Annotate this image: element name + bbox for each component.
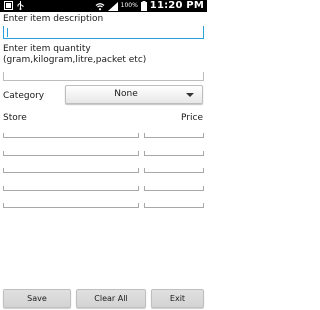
description-input[interactable]	[3, 26, 204, 39]
store-header: Store	[3, 113, 27, 123]
store-input-5[interactable]	[3, 203, 139, 208]
category-dropdown[interactable]: None	[65, 85, 203, 104]
price-input-1[interactable]	[144, 133, 204, 138]
battery-icon	[140, 1, 147, 11]
status-bar-system: 100% 11:20 PM	[95, 0, 204, 12]
exit-button[interactable]: Exit	[151, 289, 204, 308]
status-bar-notifications	[4, 1, 25, 10]
battery-percent: 100%	[120, 2, 138, 9]
store-input-3[interactable]	[3, 168, 139, 173]
clock: 11:20 PM	[149, 0, 204, 11]
store-input-1[interactable]	[3, 133, 139, 138]
store-input-2[interactable]	[3, 151, 139, 156]
text-cursor	[7, 28, 8, 37]
price-input-3[interactable]	[144, 168, 204, 173]
save-button[interactable]: Save	[3, 289, 71, 308]
status-bar: 100% 11:20 PM	[0, 0, 207, 12]
notification-icon	[4, 1, 13, 10]
usb-icon	[17, 1, 24, 10]
signal-icon	[107, 1, 118, 11]
screen: 100% 11:20 PM Enter item description Ent…	[0, 0, 207, 310]
price-input-5[interactable]	[144, 203, 204, 208]
price-input-4[interactable]	[144, 186, 204, 191]
wifi-icon	[95, 2, 105, 10]
dropdown-arrow-icon	[186, 93, 194, 97]
price-header: Price	[181, 113, 203, 123]
quantity-input[interactable]	[3, 72, 204, 81]
price-input-2[interactable]	[144, 151, 204, 156]
description-label: Enter item description	[3, 14, 104, 24]
category-label: Category	[3, 91, 45, 101]
category-selected-value: None	[114, 89, 138, 99]
quantity-label: Enter item quantity (gram,kilogram,litre…	[3, 44, 147, 65]
clear-all-button[interactable]: Clear All	[76, 289, 146, 308]
store-input-4[interactable]	[3, 186, 139, 191]
